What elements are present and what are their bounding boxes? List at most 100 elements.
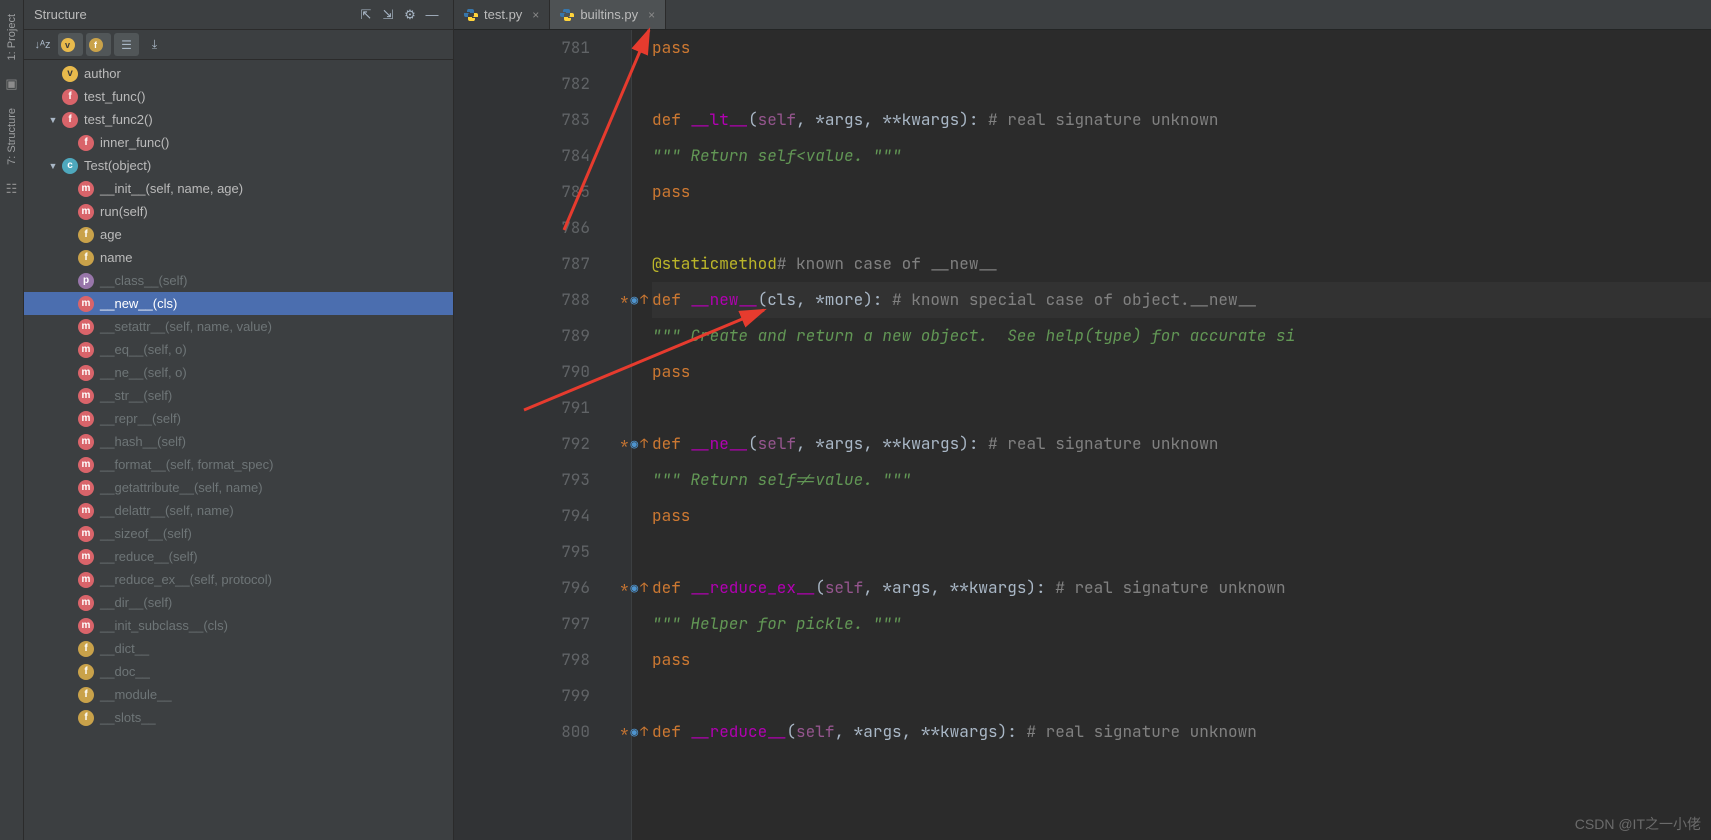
node-type-icon: f bbox=[78, 710, 94, 726]
code-line[interactable]: pass bbox=[652, 354, 1711, 390]
folder-icon[interactable]: ▣ bbox=[4, 76, 20, 92]
tree-item[interactable]: p__class__(self) bbox=[24, 269, 453, 292]
code-line[interactable]: def __ne__(self, *args, **kwargs): # rea… bbox=[652, 426, 1711, 462]
tree-item[interactable]: mrun(self) bbox=[24, 200, 453, 223]
tree-item[interactable]: ftest_func() bbox=[24, 85, 453, 108]
hide-icon[interactable]: — bbox=[421, 4, 443, 26]
tree-item-label: test_func2() bbox=[84, 112, 153, 127]
project-tool-tab[interactable]: 1: Project bbox=[6, 14, 18, 60]
node-type-icon: m bbox=[78, 572, 94, 588]
tree-item[interactable]: m__reduce_ex__(self, protocol) bbox=[24, 568, 453, 591]
code-line[interactable]: def __reduce_ex__(self, *args, **kwargs)… bbox=[652, 570, 1711, 606]
tree-item-label: run(self) bbox=[100, 204, 148, 219]
tree-item[interactable]: m__format__(self, format_spec) bbox=[24, 453, 453, 476]
python-file-icon bbox=[560, 8, 574, 22]
node-type-icon: f bbox=[78, 687, 94, 703]
tree-item[interactable]: fage bbox=[24, 223, 453, 246]
editor-area: test.py × builtins.py × 7817827837847857… bbox=[454, 0, 1711, 840]
code-line[interactable]: @staticmethod # known case of __new__ bbox=[652, 246, 1711, 282]
code-line[interactable]: pass bbox=[652, 174, 1711, 210]
close-icon[interactable]: × bbox=[532, 8, 539, 22]
tab-label: test.py bbox=[484, 7, 522, 22]
code-line[interactable] bbox=[652, 210, 1711, 246]
tree-item-label: name bbox=[100, 250, 133, 265]
tree-item[interactable]: m__init_subclass__(cls) bbox=[24, 614, 453, 637]
tree-item-label: __ne__(self, o) bbox=[100, 365, 187, 380]
tree-item[interactable]: m__str__(self) bbox=[24, 384, 453, 407]
line-number: 786 bbox=[454, 210, 590, 246]
autoscroll-button[interactable]: ⤓ bbox=[142, 33, 167, 56]
tree-item-label: __str__(self) bbox=[100, 388, 172, 403]
tree-item[interactable]: m__dir__(self) bbox=[24, 591, 453, 614]
node-type-icon: p bbox=[78, 273, 94, 289]
node-type-icon: m bbox=[78, 457, 94, 473]
node-type-icon: f bbox=[78, 664, 94, 680]
editor-tab[interactable]: test.py × bbox=[454, 0, 550, 29]
tree-item[interactable]: m __ne__(self, o) bbox=[24, 361, 453, 384]
tree-item-label: __eq__(self, o) bbox=[100, 342, 187, 357]
close-icon[interactable]: × bbox=[648, 8, 655, 22]
tree-item-label: __dict__ bbox=[100, 641, 149, 656]
code-line[interactable]: pass bbox=[652, 642, 1711, 678]
tree-item[interactable]: ▼ftest_func2() bbox=[24, 108, 453, 131]
code-line[interactable] bbox=[652, 390, 1711, 426]
tree-item[interactable]: vauthor bbox=[24, 62, 453, 85]
tree-item[interactable]: m__getattribute__(self, name) bbox=[24, 476, 453, 499]
code-line[interactable] bbox=[652, 534, 1711, 570]
tree-item[interactable]: f__module__ bbox=[24, 683, 453, 706]
tree-item-label: __init_subclass__(cls) bbox=[100, 618, 228, 633]
structure-tree[interactable]: vauthorftest_func()▼ftest_func2()finner_… bbox=[24, 60, 453, 840]
settings-icon[interactable]: ⚙ bbox=[399, 4, 421, 26]
line-number: 800*◉↑ bbox=[454, 714, 590, 750]
tree-item[interactable]: m__reduce__(self) bbox=[24, 545, 453, 568]
line-number: 793 bbox=[454, 462, 590, 498]
filter-variables-button[interactable]: v bbox=[58, 33, 83, 56]
code-area[interactable]: pass def __lt__(self, *args, **kwargs): … bbox=[632, 30, 1711, 840]
tree-item[interactable]: f __dict__ bbox=[24, 637, 453, 660]
code-line[interactable]: """ Return self!=value. """ bbox=[652, 462, 1711, 498]
code-line[interactable]: """ Return self<value. """ bbox=[652, 138, 1711, 174]
line-number: 798 bbox=[454, 642, 590, 678]
tree-item[interactable]: m__sizeof__(self) bbox=[24, 522, 453, 545]
code-line[interactable]: """ Create and return a new object. See … bbox=[652, 318, 1711, 354]
code-line[interactable] bbox=[652, 678, 1711, 714]
tree-item[interactable]: f__slots__ bbox=[24, 706, 453, 729]
expand-all-icon[interactable]: ⇱ bbox=[355, 4, 377, 26]
structure-tool-tab[interactable]: 7: Structure bbox=[6, 108, 18, 165]
node-type-icon: m bbox=[78, 342, 94, 358]
code-line[interactable]: pass bbox=[652, 498, 1711, 534]
tree-item[interactable]: ▼cTest(object) bbox=[24, 154, 453, 177]
tree-item[interactable]: fname bbox=[24, 246, 453, 269]
tree-item[interactable]: m__repr__(self) bbox=[24, 407, 453, 430]
tree-item-label: inner_func() bbox=[100, 135, 169, 150]
structure-header: Structure ⇱ ⇲ ⚙ — bbox=[24, 0, 453, 30]
code-line[interactable]: def __reduce__(self, *args, **kwargs): #… bbox=[652, 714, 1711, 750]
tree-item[interactable]: m __eq__(self, o) bbox=[24, 338, 453, 361]
tree-item-label: __delattr__(self, name) bbox=[100, 503, 234, 518]
filter-inherited-button[interactable]: ☰ bbox=[114, 33, 139, 56]
code-line[interactable] bbox=[652, 66, 1711, 102]
node-type-icon: f bbox=[78, 135, 94, 151]
expander-icon[interactable]: ▼ bbox=[46, 159, 60, 173]
code-line[interactable]: """ Helper for pickle. """ bbox=[652, 606, 1711, 642]
expander-icon[interactable]: ▼ bbox=[46, 113, 60, 127]
code-line[interactable]: def __new__(cls, *more): # known special… bbox=[652, 282, 1711, 318]
node-type-icon: f bbox=[78, 641, 94, 657]
tree-item[interactable]: m__new__(cls) bbox=[24, 292, 453, 315]
collapse-all-icon[interactable]: ⇲ bbox=[377, 4, 399, 26]
tree-item[interactable]: f inner_func() bbox=[24, 131, 453, 154]
tree-item[interactable]: f__doc__ bbox=[24, 660, 453, 683]
node-type-icon: m bbox=[78, 526, 94, 542]
code-line[interactable]: def __lt__(self, *args, **kwargs): # rea… bbox=[652, 102, 1711, 138]
tree-item[interactable]: m__init__(self, name, age) bbox=[24, 177, 453, 200]
structure-icon[interactable]: ☷ bbox=[4, 181, 20, 197]
sort-alpha-button[interactable]: ↓ᴬz bbox=[30, 33, 55, 56]
editor-tab[interactable]: builtins.py × bbox=[550, 0, 666, 29]
node-type-icon: c bbox=[62, 158, 78, 174]
tree-item[interactable]: m__setattr__(self, name, value) bbox=[24, 315, 453, 338]
filter-fields-button[interactable]: f bbox=[86, 33, 111, 56]
node-type-icon: m bbox=[78, 365, 94, 381]
tree-item[interactable]: m__hash__(self) bbox=[24, 430, 453, 453]
tree-item[interactable]: m__delattr__(self, name) bbox=[24, 499, 453, 522]
code-line[interactable]: pass bbox=[652, 30, 1711, 66]
